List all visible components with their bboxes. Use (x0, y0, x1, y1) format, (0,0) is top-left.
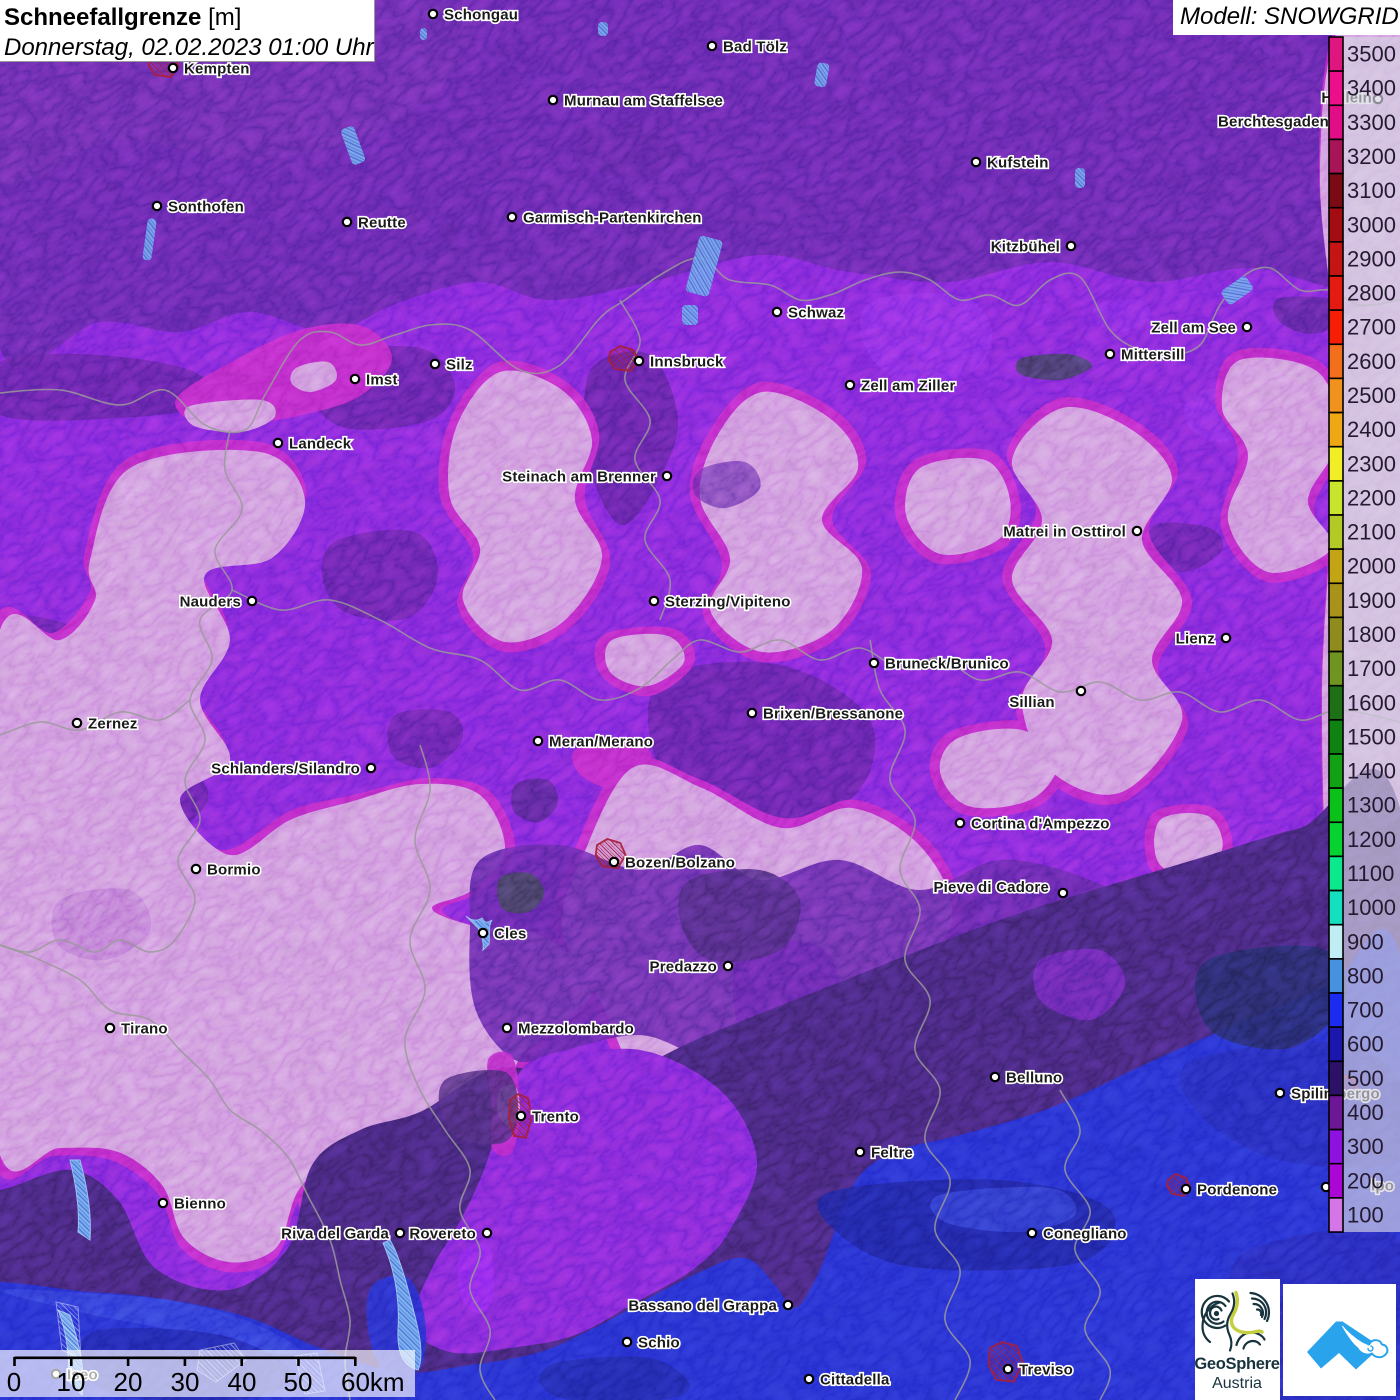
svg-text:Bienno: Bienno (174, 1196, 226, 1213)
svg-text:300: 300 (1347, 1134, 1384, 1159)
svg-text:100: 100 (1347, 1202, 1384, 1227)
svg-text:1100: 1100 (1347, 861, 1394, 886)
svg-text:40: 40 (228, 1367, 257, 1397)
svg-text:2300: 2300 (1347, 451, 1396, 476)
svg-text:Bad Tölz: Bad Tölz (723, 39, 787, 56)
svg-text:Sterzing/Vipiteno: Sterzing/Vipiteno (665, 594, 791, 611)
svg-text:50: 50 (284, 1367, 313, 1397)
svg-text:0: 0 (7, 1367, 21, 1397)
svg-text:Tirano: Tirano (121, 1021, 168, 1038)
svg-text:3000: 3000 (1347, 212, 1396, 237)
svg-text:Riva del Garda: Riva del Garda (281, 1226, 389, 1243)
svg-text:500: 500 (1347, 1066, 1384, 1091)
svg-text:Silz: Silz (446, 357, 473, 374)
svg-text:1800: 1800 (1347, 622, 1396, 647)
svg-text:Belluno: Belluno (1006, 1070, 1062, 1087)
svg-text:Pieve di Cadore: Pieve di Cadore (933, 879, 1049, 896)
svg-text:Bruneck/Brunico: Bruneck/Brunico (885, 656, 1009, 673)
svg-text:Bassano del Grappa: Bassano del Grappa (628, 1298, 777, 1315)
svg-text:Landeck: Landeck (289, 436, 352, 453)
svg-text:Steinach am Brenner: Steinach am Brenner (502, 469, 656, 486)
svg-text:900: 900 (1347, 929, 1384, 954)
svg-text:Zell am Ziller: Zell am Ziller (861, 378, 956, 395)
svg-text:Innsbruck: Innsbruck (650, 354, 724, 371)
svg-text:Bormio: Bormio (207, 862, 261, 879)
svg-text:Cles: Cles (494, 926, 527, 943)
svg-text:3500: 3500 (1347, 42, 1396, 67)
svg-text:Conegliano: Conegliano (1043, 1226, 1127, 1243)
svg-text:Meran/Merano: Meran/Merano (549, 734, 653, 751)
svg-text:Pordenone: Pordenone (1197, 1182, 1277, 1199)
svg-text:GeoSphere: GeoSphere (1194, 1355, 1279, 1373)
svg-text:2800: 2800 (1347, 281, 1396, 306)
svg-text:Berchtesgaden: Berchtesgaden (1218, 114, 1329, 131)
svg-text:Sillian: Sillian (1009, 694, 1055, 711)
svg-text:2900: 2900 (1347, 246, 1396, 271)
svg-text:Kitzbühel: Kitzbühel (991, 239, 1060, 256)
svg-text:Zernez: Zernez (88, 716, 138, 733)
svg-text:Kempten: Kempten (184, 61, 250, 78)
svg-text:3300: 3300 (1347, 110, 1396, 135)
svg-text:Mezzolombardo: Mezzolombardo (518, 1021, 634, 1038)
svg-text:1900: 1900 (1347, 588, 1396, 613)
svg-text:2700: 2700 (1347, 315, 1396, 340)
svg-text:Bozen/Bolzano: Bozen/Bolzano (625, 855, 735, 872)
svg-text:Mittersill: Mittersill (1121, 347, 1185, 364)
svg-text:2500: 2500 (1347, 383, 1396, 408)
svg-text:Zell am See: Zell am See (1151, 320, 1236, 337)
svg-text:1200: 1200 (1347, 827, 1396, 852)
svg-text:Cittadella: Cittadella (820, 1372, 890, 1389)
svg-text:1500: 1500 (1347, 724, 1396, 749)
svg-text:800: 800 (1347, 963, 1384, 988)
svg-text:Trento: Trento (532, 1109, 579, 1126)
svg-text:2600: 2600 (1347, 349, 1396, 374)
svg-text:3400: 3400 (1347, 76, 1396, 101)
svg-text:Schwaz: Schwaz (788, 305, 844, 322)
svg-text:1000: 1000 (1347, 895, 1396, 920)
svg-text:Nauders: Nauders (180, 594, 241, 611)
svg-text:Schongau: Schongau (444, 7, 518, 24)
svg-text:Matrei in Osttirol: Matrei in Osttirol (1003, 524, 1126, 541)
svg-text:1600: 1600 (1347, 690, 1396, 715)
svg-text:Kufstein: Kufstein (987, 155, 1049, 172)
svg-text:Imst: Imst (366, 372, 398, 389)
svg-text:2100: 2100 (1347, 520, 1396, 545)
svg-text:Treviso: Treviso (1019, 1362, 1073, 1379)
svg-text:30: 30 (171, 1367, 200, 1397)
svg-text:60km: 60km (341, 1367, 405, 1397)
svg-text:700: 700 (1347, 998, 1384, 1023)
svg-text:3100: 3100 (1347, 178, 1396, 203)
svg-text:Brixen/Bressanone: Brixen/Bressanone (763, 706, 903, 723)
svg-text:200: 200 (1347, 1168, 1384, 1193)
svg-text:Murnau am Staffelsee: Murnau am Staffelsee (564, 93, 723, 110)
svg-text:20: 20 (114, 1367, 143, 1397)
svg-text:2000: 2000 (1347, 554, 1396, 579)
svg-text:Schio: Schio (638, 1335, 680, 1352)
svg-text:Garmisch-Partenkirchen: Garmisch-Partenkirchen (523, 210, 702, 227)
svg-text:Sonthofen: Sonthofen (168, 199, 244, 216)
svg-text:Austria: Austria (1212, 1375, 1262, 1392)
svg-text:1400: 1400 (1347, 759, 1396, 784)
svg-text:Schlanders/Silandro: Schlanders/Silandro (211, 761, 360, 778)
svg-text:Reutte: Reutte (358, 215, 406, 232)
svg-text:400: 400 (1347, 1100, 1384, 1125)
svg-text:1700: 1700 (1347, 656, 1396, 681)
svg-text:1300: 1300 (1347, 793, 1396, 818)
svg-text:2200: 2200 (1347, 485, 1396, 510)
svg-text:10: 10 (57, 1367, 86, 1397)
svg-text:Predazzo: Predazzo (650, 959, 717, 976)
svg-text:Rovereto: Rovereto (409, 1226, 476, 1243)
svg-text:Feltre: Feltre (871, 1145, 913, 1162)
svg-text:3200: 3200 (1347, 144, 1396, 169)
svg-text:Lienz: Lienz (1176, 631, 1215, 648)
svg-text:2400: 2400 (1347, 417, 1396, 442)
svg-text:Cortina d'Ampezzo: Cortina d'Ampezzo (971, 816, 1110, 833)
svg-text:600: 600 (1347, 1032, 1384, 1057)
